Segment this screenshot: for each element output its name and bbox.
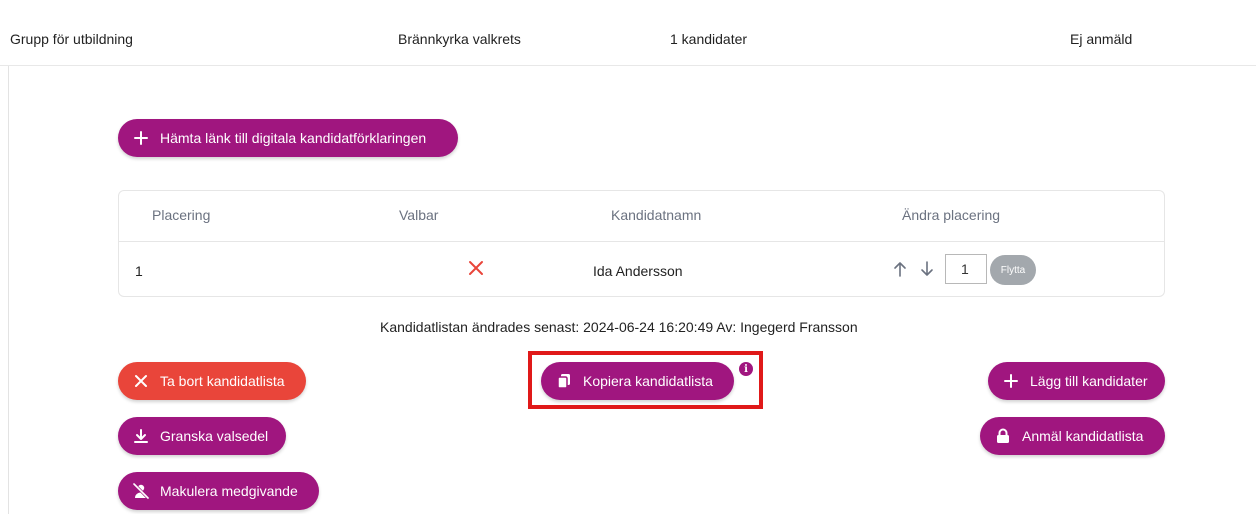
report-list-button[interactable]: Anmäl kandidatlista [980, 417, 1165, 455]
move-up-arrow-icon[interactable] [892, 260, 908, 278]
report-list-label: Anmäl kandidatlista [1022, 428, 1144, 444]
download-icon [132, 427, 150, 445]
left-divider [8, 66, 9, 514]
candidate-table: Placering Valbar Kandidatnamn Ändra plac… [118, 190, 1165, 297]
copy-list-button[interactable]: Kopiera kandidatlista [541, 362, 734, 400]
user-slash-icon [132, 482, 150, 500]
delete-list-button[interactable]: Ta bort kandidatlista [118, 362, 306, 400]
move-down-arrow-icon[interactable] [919, 260, 935, 278]
cancel-consent-label: Makulera medgivande [160, 483, 298, 499]
last-changed-text: Kandidatlistan ändrades senast: 2024-06-… [380, 319, 858, 335]
candidate-count: 1 kandidater [670, 31, 748, 47]
district-name: Brännkyrka valkrets [398, 31, 521, 47]
status-text: Ej anmäld [1070, 31, 1133, 47]
plus-icon [1002, 372, 1020, 390]
copy-list-label: Kopiera kandidatlista [583, 373, 713, 389]
plus-icon [132, 129, 150, 147]
add-candidates-label: Lägg till kandidater [1030, 373, 1148, 389]
summary-row: Grupp för utbildning Brännkyrka valkrets… [0, 0, 1256, 66]
move-button[interactable]: Flytta [990, 255, 1036, 285]
info-icon[interactable]: i [739, 362, 753, 376]
not-electable-x-icon [467, 259, 485, 277]
table-row: 1 Ida Andersson Flytta [119, 242, 1164, 297]
lock-icon [994, 427, 1012, 445]
x-icon [132, 372, 150, 390]
review-ballot-button[interactable]: Granska valsedel [118, 417, 286, 455]
position-input[interactable] [945, 254, 987, 284]
cancel-consent-button[interactable]: Makulera medgivande [118, 472, 319, 510]
table-header: Placering Valbar Kandidatnamn Ändra plac… [119, 191, 1164, 242]
add-candidates-button[interactable]: Lägg till kandidater [988, 362, 1165, 400]
header-kandidatnamn: Kandidatnamn [611, 207, 702, 223]
header-andra-placering: Ändra placering [902, 207, 1001, 223]
get-declaration-link-button[interactable]: Hämta länk till digitala kandidatförklar… [118, 119, 458, 157]
header-valbar: Valbar [399, 207, 439, 223]
delete-list-label: Ta bort kandidatlista [160, 373, 285, 389]
header-placering: Placering [152, 207, 211, 223]
candidate-name: Ida Andersson [593, 263, 683, 279]
group-name: Grupp för utbildning [10, 31, 133, 47]
get-declaration-link-label: Hämta länk till digitala kandidatförklar… [160, 130, 427, 146]
review-ballot-label: Granska valsedel [160, 428, 269, 444]
row-placering: 1 [135, 263, 143, 279]
copy-icon [555, 372, 573, 390]
